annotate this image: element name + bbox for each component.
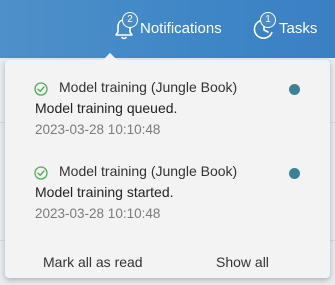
notification-item[interactable]: Model training (Jungle Book) Model train… (5, 77, 330, 143)
check-circle-icon (34, 82, 48, 96)
unread-indicator[interactable] (289, 168, 300, 179)
show-all-button[interactable]: Show all (216, 254, 269, 270)
notifications-count-badge: 2 (122, 12, 138, 28)
check-circle-icon (34, 166, 48, 180)
notification-title: Model training (Jungle Book) (59, 163, 238, 179)
notification-timestamp: 2023-03-28 10:10:48 (35, 206, 161, 221)
tasks-label: Tasks (279, 19, 318, 37)
tasks-icon-wrapper: 1 (251, 12, 277, 43)
notification-timestamp: 2023-03-28 10:10:48 (35, 122, 161, 137)
notification-item[interactable]: Model training (Jungle Book) Model train… (5, 161, 330, 227)
mark-all-as-read-button[interactable]: Mark all as read (43, 254, 143, 270)
top-navigation-bar: 2 Notifications 1 Tasks (0, 0, 335, 58)
bell-icon-wrapper: 2 (112, 12, 138, 43)
unread-indicator[interactable] (289, 84, 300, 95)
tasks-count-badge: 1 (260, 12, 276, 28)
notification-message: Model training started. (35, 184, 174, 200)
notification-title: Model training (Jungle Book) (59, 79, 238, 95)
notification-message: Model training queued. (35, 100, 178, 116)
tasks-button[interactable]: 1 Tasks (251, 12, 318, 43)
notifications-dropdown: Model training (Jungle Book) Model train… (5, 60, 330, 278)
notifications-label: Notifications (140, 19, 222, 37)
notifications-button[interactable]: 2 Notifications (112, 12, 222, 43)
